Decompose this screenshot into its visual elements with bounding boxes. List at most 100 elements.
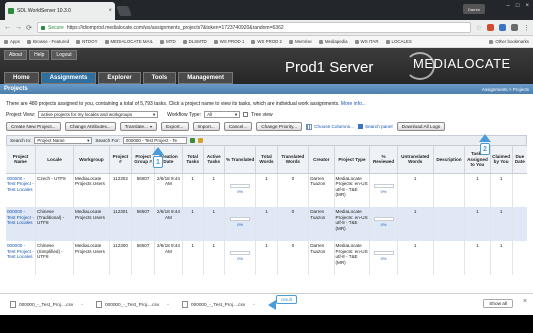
col-due-date[interactable]: Due Date bbox=[512, 146, 527, 174]
bookmark-item[interactable]: WS ITAR bbox=[354, 39, 379, 44]
close-shelf-icon[interactable]: × bbox=[523, 298, 527, 305]
claimed-cell[interactable]: 1 bbox=[490, 241, 513, 275]
url-input[interactable]: Secure https://idiomprod.medialocate.com… bbox=[37, 22, 471, 33]
chevron-up-icon[interactable]: ^ bbox=[167, 302, 169, 307]
total-tasks-cell[interactable]: 1 bbox=[182, 173, 204, 207]
reload-icon[interactable]: ⟳ bbox=[26, 24, 32, 32]
back-icon[interactable]: ← bbox=[4, 24, 11, 31]
breadcrumb[interactable]: Assignments > Projects bbox=[482, 87, 529, 92]
bookmark-icon bbox=[213, 39, 218, 44]
export-button[interactable]: Export... bbox=[161, 122, 189, 131]
help-link[interactable]: Help bbox=[29, 50, 50, 60]
col-project-type[interactable]: Project Type bbox=[334, 146, 371, 174]
bookmark-item[interactable]: Mediapedia bbox=[318, 39, 348, 44]
new-tab-button[interactable] bbox=[116, 6, 132, 16]
bookmark-item[interactable]: LOCALES bbox=[385, 39, 412, 44]
tab-tools[interactable]: Tools bbox=[142, 72, 177, 84]
create-project-button[interactable]: Create New Project... bbox=[6, 122, 61, 131]
other-bookmarks[interactable]: Other bookmarks bbox=[489, 39, 529, 44]
logout-link[interactable]: Logout bbox=[51, 50, 77, 60]
change-attributes-button[interactable]: Change Attributes... bbox=[64, 122, 116, 131]
close-window-icon[interactable]: × bbox=[525, 3, 529, 9]
menu-icon[interactable]: ⋮ bbox=[523, 24, 530, 32]
tab-explorer[interactable]: Explorer bbox=[98, 72, 141, 84]
bookmark-item[interactable]: Memrise bbox=[289, 39, 312, 44]
col-untranslated-words[interactable]: Untranslated Words bbox=[397, 146, 434, 174]
minimize-icon[interactable]: – bbox=[507, 3, 510, 9]
close-tab-icon[interactable]: × bbox=[108, 8, 112, 14]
table-row[interactable]: 000000 - Test Project - Test Locales Chi… bbox=[6, 207, 527, 241]
claimed-cell[interactable]: 1 bbox=[490, 207, 513, 241]
search-in-select[interactable]: Project Name ▾ bbox=[34, 137, 93, 144]
table-row[interactable]: 000000 - Test Project - Test Locales Chi… bbox=[6, 241, 527, 275]
translate-button[interactable]: Translate... ▾ bbox=[119, 122, 158, 131]
tab-management[interactable]: Management bbox=[178, 72, 233, 84]
tasks-assigned-cell[interactable]: 1 bbox=[464, 173, 491, 207]
col-project-name[interactable]: Project Name bbox=[6, 146, 37, 174]
col-project-number[interactable]: Project # bbox=[109, 146, 133, 174]
bookmark-item[interactable]: Browse - Featured bbox=[27, 39, 69, 44]
change-priority-button[interactable]: Change Priority... bbox=[256, 122, 303, 131]
col-workgroup[interactable]: Workgroup bbox=[73, 146, 110, 174]
col-active-tasks[interactable]: Active Tasks bbox=[203, 146, 225, 174]
forward-icon[interactable]: → bbox=[15, 24, 22, 31]
project-name-link[interactable]: 000000 - Test Project - Test Locales bbox=[6, 173, 37, 207]
chevron-up-icon[interactable]: ^ bbox=[253, 302, 255, 307]
clear-search-icon[interactable] bbox=[197, 138, 203, 143]
col-claimed[interactable]: Claimed by You bbox=[490, 146, 513, 174]
col-translated-words[interactable]: Translated Words bbox=[277, 146, 310, 174]
tab-assignments[interactable]: Assignments bbox=[40, 72, 97, 84]
download-item[interactable]: 000000_-_Test_Proj....csv ^ bbox=[182, 299, 255, 310]
search-panel-checkbox[interactable] bbox=[357, 124, 363, 129]
show-all-downloads-button[interactable]: Show all bbox=[483, 299, 513, 308]
download-item[interactable]: 000000_-_Test_Proj....csv ^ bbox=[10, 299, 83, 310]
table-row[interactable]: 000000 - Test Project - Test Locales Cze… bbox=[6, 173, 527, 207]
more-info-link[interactable]: More info... bbox=[341, 101, 366, 107]
profile-button[interactable]: Darren bbox=[463, 4, 485, 14]
workflow-type-select[interactable]: All ▾ bbox=[204, 111, 241, 118]
col-locale[interactable]: Locale bbox=[35, 146, 74, 174]
choose-columns-link[interactable]: Choose Columns... bbox=[306, 123, 354, 130]
project-name-link[interactable]: 000000 - Test Project - Test Locales bbox=[6, 207, 37, 241]
bookmark-star-icon[interactable]: ☆ bbox=[476, 24, 482, 32]
bookmark-item[interactable]: WS PROD 2 bbox=[251, 39, 282, 44]
bookmark-item[interactable]: NTDOY bbox=[76, 39, 98, 44]
bookmark-item[interactable]: MTD bbox=[160, 39, 176, 44]
project-view-select[interactable]: active projects for my locales and workg… bbox=[38, 111, 159, 118]
bookmark-item[interactable]: Apps bbox=[4, 39, 20, 44]
download-item[interactable]: 000000_-_Test_Proj....csv ^ bbox=[96, 299, 169, 310]
search-for-input[interactable]: 000000 - Test Project - Te bbox=[122, 137, 187, 144]
extension-icon[interactable] bbox=[511, 24, 518, 31]
tree-view-checkbox[interactable] bbox=[243, 112, 249, 117]
extension-icon[interactable] bbox=[487, 24, 494, 31]
project-name-link[interactable]: 000000 - Test Project - Test Locales bbox=[6, 241, 37, 275]
maximize-icon[interactable]: □ bbox=[516, 3, 520, 9]
active-tasks-cell[interactable]: 1 bbox=[203, 207, 225, 241]
bookmark-item[interactable]: DLSMTD bbox=[182, 39, 207, 44]
col-pct-reviewed[interactable]: % Reviewed bbox=[369, 146, 398, 174]
col-total-words[interactable]: Total Words bbox=[255, 146, 278, 174]
total-tasks-cell[interactable]: 1 bbox=[182, 241, 204, 275]
col-pct-translated[interactable]: % Translated bbox=[224, 146, 257, 174]
active-tasks-cell[interactable]: 1 bbox=[203, 241, 225, 275]
total-tasks-cell[interactable]: 1 bbox=[182, 207, 204, 241]
download-all-logs-button[interactable]: Download All Logs bbox=[396, 122, 446, 131]
search-panel-toggle[interactable]: Search panel bbox=[357, 124, 393, 129]
tasks-assigned-cell[interactable]: 1 bbox=[464, 241, 491, 275]
tab-home[interactable]: Home bbox=[4, 72, 39, 84]
col-description[interactable]: Description bbox=[433, 146, 466, 174]
cancel-button[interactable]: Cancel... bbox=[223, 122, 253, 131]
extension-icon[interactable] bbox=[499, 24, 506, 31]
go-search-icon[interactable] bbox=[189, 138, 195, 143]
browser-tab[interactable]: SDL WorldServer 10.3.0 × bbox=[5, 2, 115, 20]
chevron-up-icon[interactable]: ^ bbox=[81, 302, 83, 307]
active-tasks-cell[interactable]: 1 bbox=[203, 173, 225, 207]
col-total-tasks[interactable]: Total Tasks bbox=[182, 146, 204, 174]
tasks-assigned-cell[interactable]: 1 bbox=[464, 207, 491, 241]
bookmark-item[interactable]: MEDIALOCATE MAIL bbox=[104, 39, 153, 44]
col-creator[interactable]: Creator bbox=[308, 146, 335, 174]
bookmark-item[interactable]: WS PROD 1 bbox=[213, 39, 244, 44]
import-button[interactable]: Import... bbox=[192, 122, 220, 131]
claimed-cell[interactable]: 1 bbox=[490, 173, 513, 207]
about-link[interactable]: About bbox=[4, 50, 28, 60]
